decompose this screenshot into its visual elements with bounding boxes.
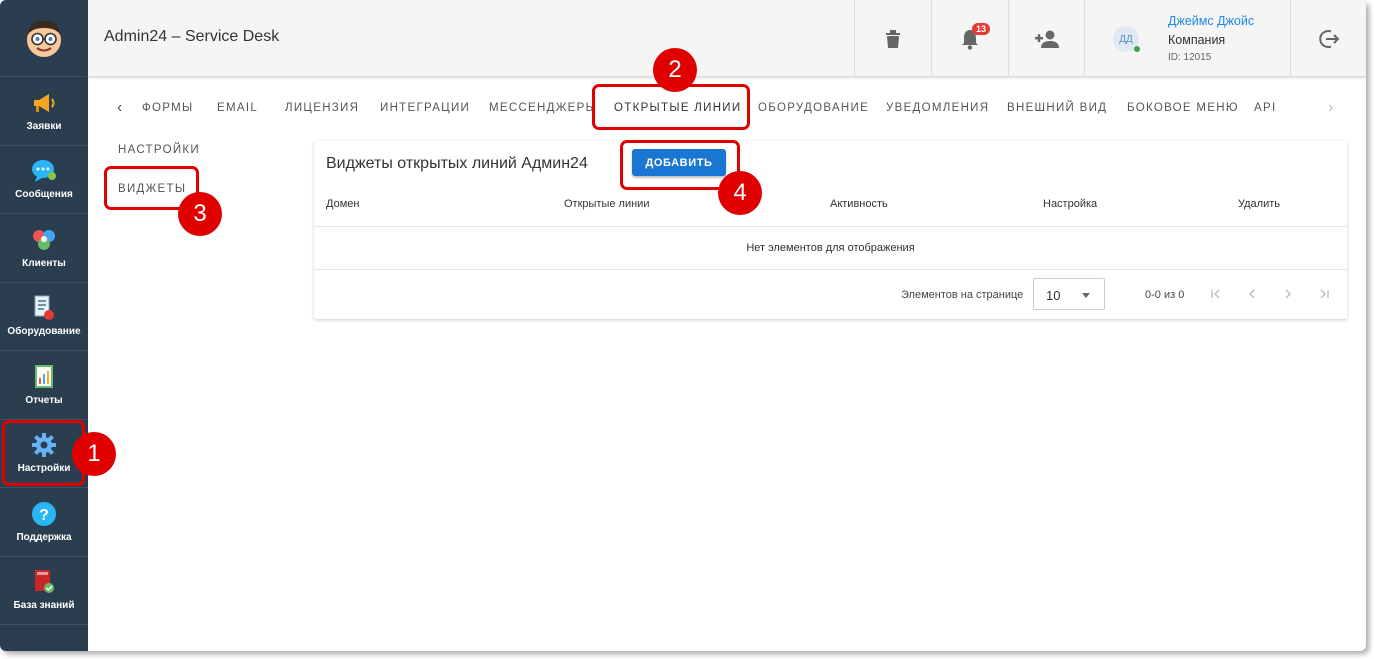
equipment-icon — [31, 295, 57, 321]
first-page-button[interactable] — [1205, 283, 1227, 305]
annotation-number-2: 2 — [653, 48, 697, 92]
notification-count-badge: 13 — [972, 23, 991, 35]
tabs-scroll-right-icon[interactable]: › — [1328, 99, 1333, 117]
sidebar-item-reports[interactable]: Отчеты — [0, 351, 88, 420]
tab-license[interactable]: ЛИЦЕНЗИЯ — [285, 102, 359, 114]
sidebar-item-label: Клиенты — [22, 257, 66, 269]
sidebar-item-label: Сообщения — [15, 189, 73, 201]
annotation-number-1: 1 — [72, 432, 116, 476]
column-header-delete[interactable]: Удалить — [1238, 198, 1280, 210]
divider — [314, 226, 1347, 227]
trash-button[interactable] — [854, 0, 931, 77]
chevron-left-icon — [1249, 289, 1255, 299]
app-window: Заявки Сообщения Клиенты Оборудование От… — [0, 0, 1366, 651]
next-page-button[interactable] — [1277, 283, 1299, 305]
chevron-right-icon — [1285, 289, 1291, 299]
knowledge-base-icon — [31, 569, 57, 595]
sidebar-item-tickets[interactable]: Заявки — [0, 77, 88, 146]
megaphone-icon — [31, 90, 57, 116]
clients-icon — [31, 227, 57, 253]
sidebar-item-label: Заявки — [26, 120, 62, 132]
sidebar-item-messages[interactable]: Сообщения — [0, 146, 88, 214]
user-id: ID: 12015 — [1168, 52, 1212, 63]
first-page-icon — [1211, 289, 1220, 299]
help-icon: ? — [31, 501, 57, 527]
sidebar-item-label: База знаний — [13, 600, 75, 612]
chevron-down-icon — [1082, 293, 1090, 298]
tab-notifications[interactable]: УВЕДОМЛЕНИЯ — [886, 102, 989, 114]
page-title: Admin24 – Service Desk — [104, 28, 280, 45]
page-range-text: 0-0 из 0 — [1145, 289, 1185, 301]
empty-state-text: Нет элементов для отображения — [746, 242, 915, 254]
chat-icon — [31, 158, 57, 184]
sidebar-item-label: Отчеты — [25, 394, 63, 406]
logout-button[interactable] — [1290, 0, 1366, 77]
tab-email[interactable]: EMAIL — [217, 102, 258, 114]
sidebar-item-equipment[interactable]: Оборудование — [0, 283, 88, 351]
svg-text:?: ? — [39, 507, 49, 524]
user-company: Компания — [1168, 33, 1226, 47]
top-header: Admin24 – Service Desk 13 ДД Джеймс Джой… — [88, 0, 1366, 77]
mascot-logo-icon — [27, 20, 61, 57]
notifications-button[interactable]: 13 — [931, 0, 1008, 77]
add-user-icon — [1035, 30, 1059, 48]
page-size-label: Элементов на странице — [901, 289, 1024, 301]
divider — [314, 269, 1347, 270]
user-name[interactable]: Джеймс Джойс — [1168, 14, 1254, 28]
annotation-number-4: 4 — [718, 171, 762, 215]
sidebar-item-support[interactable]: ? Поддержка — [0, 488, 88, 557]
page-size-value: 10 — [1046, 288, 1061, 303]
widgets-card: Виджеты открытых линий Админ24 ДОБАВИТЬ … — [314, 141, 1347, 319]
tab-equipment[interactable]: ОБОРУДОВАНИЕ — [758, 102, 869, 114]
column-header-open-lines[interactable]: Открытые линии — [564, 198, 649, 210]
card-title: Виджеты открытых линий Админ24 — [326, 155, 588, 172]
add-user-button[interactable] — [1008, 0, 1085, 77]
tab-forms[interactable]: ФОРМЫ — [142, 102, 194, 114]
column-header-settings[interactable]: Настройка — [1043, 198, 1097, 210]
last-page-button[interactable] — [1313, 283, 1335, 305]
prev-page-button[interactable] — [1241, 283, 1263, 305]
tab-messengers[interactable]: МЕССЕНДЖЕРЫ — [489, 102, 597, 114]
sidebar-item-knowledge-base[interactable]: База знаний — [0, 557, 88, 625]
logout-icon — [1318, 29, 1339, 48]
annotation-number-3: 3 — [178, 192, 222, 236]
column-header-activity[interactable]: Активность — [830, 198, 888, 210]
sidebar-item-label: Поддержка — [16, 531, 72, 543]
sidebar-item-label: Оборудование — [7, 326, 81, 338]
tab-api[interactable]: API — [1254, 102, 1276, 114]
last-page-icon — [1320, 289, 1329, 299]
tab-integrations[interactable]: ИНТЕГРАЦИИ — [380, 102, 470, 114]
sidebar: Заявки Сообщения Клиенты Оборудование От… — [0, 0, 88, 651]
tab-appearance[interactable]: ВНЕШНИЙ ВИД — [1007, 102, 1107, 114]
app-logo[interactable] — [0, 0, 88, 77]
column-header-domain[interactable]: Домен — [326, 198, 359, 210]
subnav-settings[interactable]: НАСТРОЙКИ — [118, 144, 200, 156]
report-icon — [31, 364, 57, 390]
page-size-select[interactable]: 10 — [1033, 278, 1105, 310]
tabs-scroll-left-icon[interactable]: ‹ — [117, 99, 122, 117]
trash-icon — [886, 29, 900, 48]
tab-sidebar-menu[interactable]: БОКОВОЕ МЕНЮ — [1127, 102, 1239, 114]
sidebar-item-clients[interactable]: Клиенты — [0, 214, 88, 283]
user-profile[interactable]: ДД Джеймс Джойс Компания ID: 12015 — [1084, 0, 1290, 77]
online-status-dot — [1134, 46, 1140, 52]
